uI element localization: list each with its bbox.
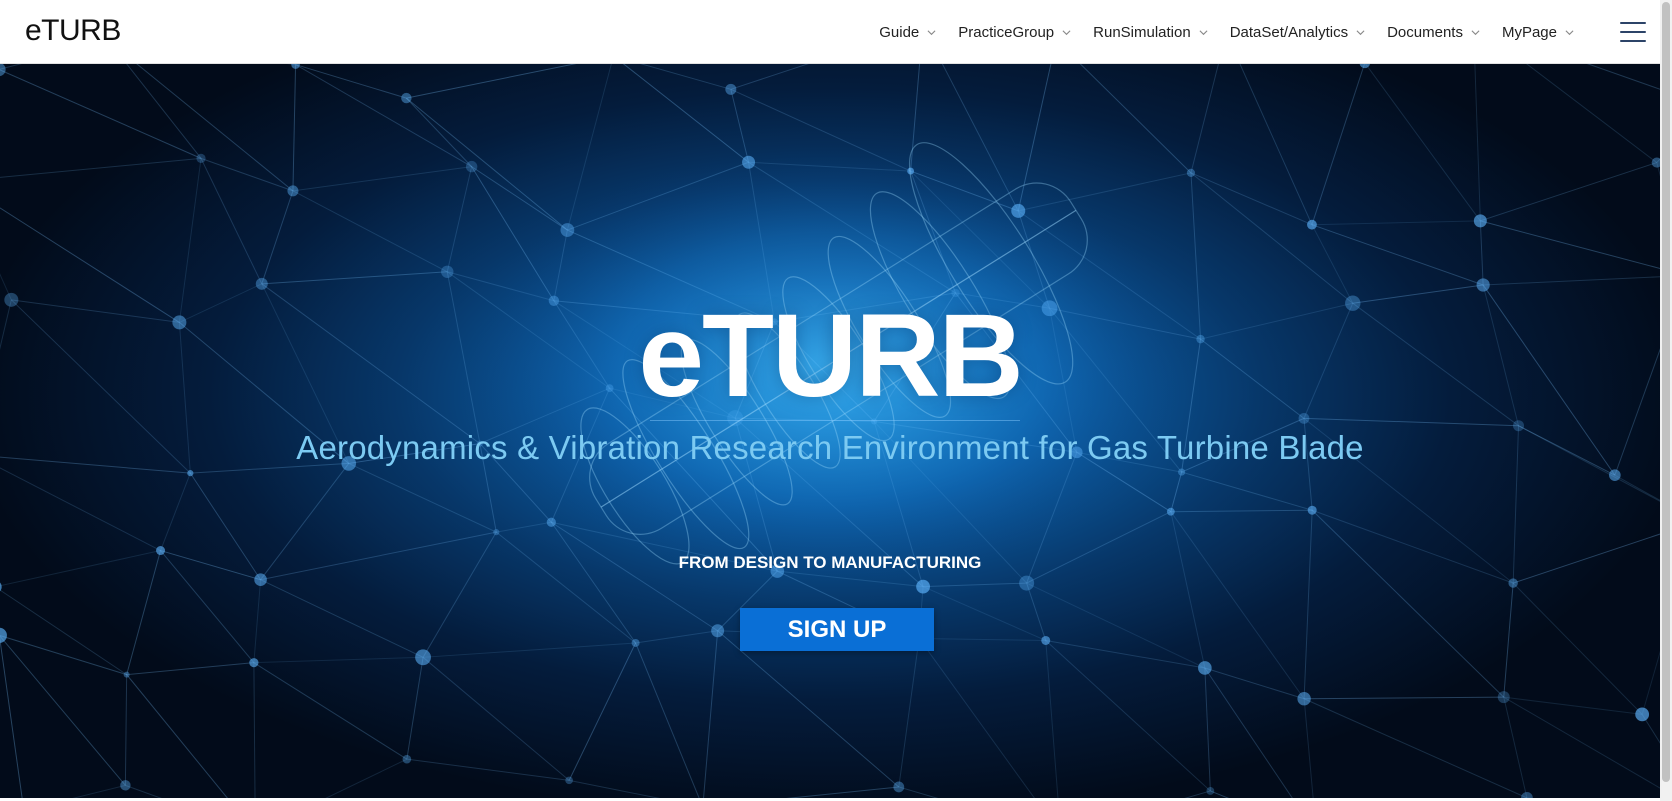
page-scrollbar[interactable] xyxy=(1660,0,1672,801)
nav-item-documents[interactable]: Documents xyxy=(1387,24,1480,41)
hero-banner: eTURB Aerodynamics & Vibration Research … xyxy=(0,64,1660,798)
hamburger-icon[interactable] xyxy=(1620,22,1646,44)
site-header: eTURB Guide PracticeGroup RunSimulation … xyxy=(0,0,1672,64)
chevron-down-icon xyxy=(1471,30,1480,36)
main-nav: Guide PracticeGroup RunSimulation DataSe… xyxy=(879,24,1574,41)
nav-item-runsimulation[interactable]: RunSimulation xyxy=(1093,24,1208,41)
nav-item-dataset-analytics[interactable]: DataSet/Analytics xyxy=(1230,24,1365,41)
nav-item-label: RunSimulation xyxy=(1093,24,1191,41)
chevron-down-icon xyxy=(1199,30,1208,36)
nav-item-practicegroup[interactable]: PracticeGroup xyxy=(958,24,1071,41)
site-logo[interactable]: eTURB xyxy=(25,13,121,49)
chevron-down-icon xyxy=(1356,30,1365,36)
nav-item-label: MyPage xyxy=(1501,24,1557,41)
scrollbar-thumb[interactable] xyxy=(1662,2,1670,782)
nav-item-label: Documents xyxy=(1387,24,1463,41)
chevron-down-icon xyxy=(1062,30,1071,36)
sign-up-button[interactable]: SIGN UP xyxy=(740,608,934,651)
nav-item-label: DataSet/Analytics xyxy=(1229,24,1349,41)
hero-title: eTURB xyxy=(638,290,1023,422)
hero-subtitle: Aerodynamics & Vibration Research Enviro… xyxy=(296,429,1364,466)
nav-item-label: Guide xyxy=(879,24,920,41)
hero-tagline: FROM DESIGN TO MANUFACTURING xyxy=(678,553,982,572)
hamburger-line xyxy=(1620,31,1646,33)
nav-item-guide[interactable]: Guide xyxy=(879,24,936,41)
chevron-down-icon xyxy=(1565,30,1574,36)
nav-item-label: PracticeGroup xyxy=(958,24,1055,41)
hamburger-line xyxy=(1620,22,1646,24)
chevron-down-icon xyxy=(927,30,936,36)
nav-item-mypage[interactable]: MyPage xyxy=(1502,24,1574,41)
hamburger-line xyxy=(1620,40,1646,42)
title-divider xyxy=(650,420,1020,421)
